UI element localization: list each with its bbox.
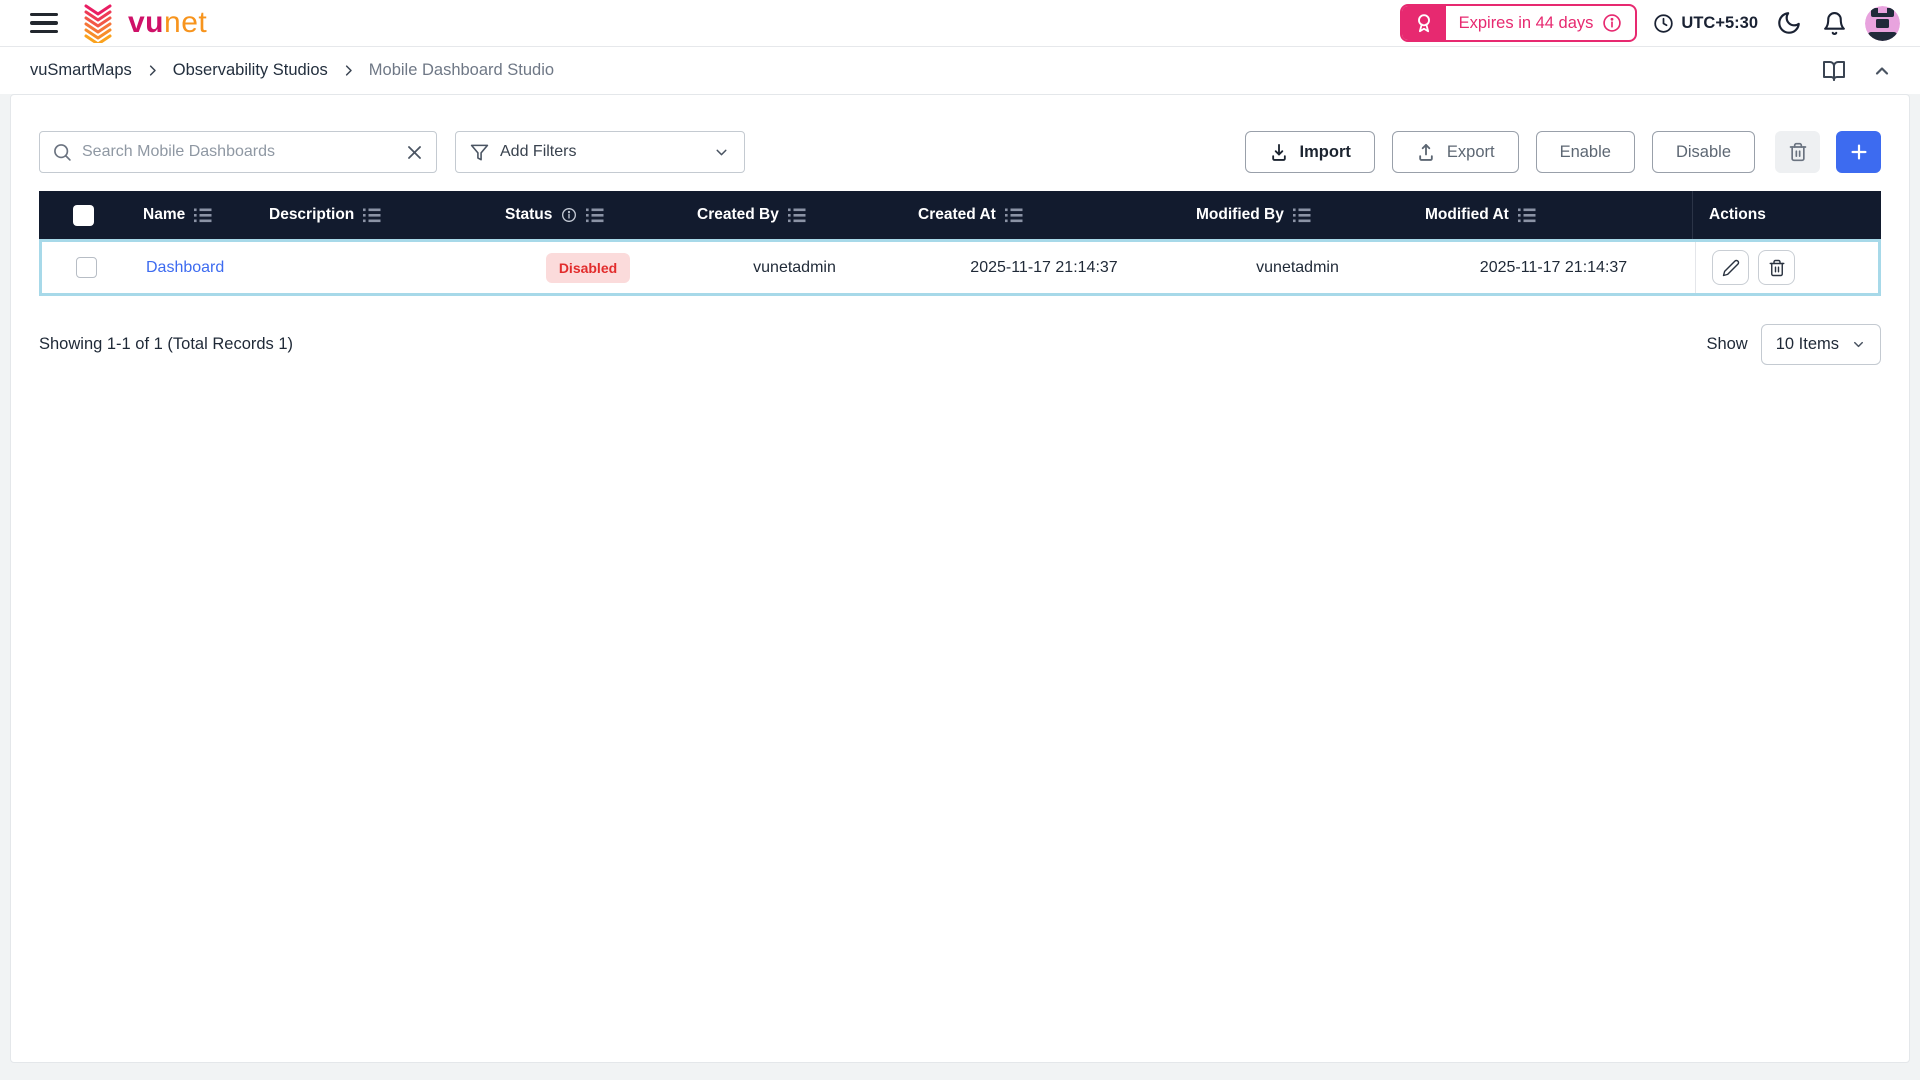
disable-button[interactable]: Disable	[1652, 131, 1755, 173]
records-summary: Showing 1-1 of 1 (Total Records 1)	[39, 335, 293, 354]
award-ribbon-icon	[1402, 6, 1446, 40]
timezone-value: UTC+5:30	[1681, 14, 1758, 33]
vunet-logo[interactable]: vunet	[78, 3, 207, 43]
column-menu-icon[interactable]	[788, 208, 806, 223]
clock-icon	[1653, 13, 1674, 34]
page-size-select[interactable]: 10 Items	[1761, 324, 1881, 365]
chevron-right-icon	[145, 63, 160, 78]
user-avatar[interactable]	[1865, 6, 1900, 41]
import-label: Import	[1300, 143, 1351, 162]
status-info-icon[interactable]	[561, 207, 577, 223]
add-filters-dropdown[interactable]: Add Filters	[455, 131, 745, 173]
breadcrumb-item-vusmartmaps[interactable]: vuSmartMaps	[30, 61, 132, 80]
column-header-created-at: Created At	[902, 191, 1180, 239]
column-menu-icon[interactable]	[1005, 208, 1023, 223]
column-menu-icon[interactable]	[586, 208, 604, 223]
chevron-down-icon	[713, 144, 730, 161]
chevron-right-icon	[341, 63, 356, 78]
import-button[interactable]: Import	[1245, 131, 1375, 173]
export-button[interactable]: Export	[1392, 131, 1519, 173]
info-icon	[1602, 13, 1622, 33]
filter-funnel-icon	[470, 143, 489, 162]
column-header-actions: Actions	[1692, 191, 1881, 239]
column-header-modified-at: Modified At	[1409, 191, 1692, 239]
table-footer: Showing 1-1 of 1 (Total Records 1) Show …	[39, 324, 1881, 365]
add-dashboard-button[interactable]	[1836, 131, 1881, 173]
collapse-panel-button[interactable]	[1870, 59, 1894, 83]
download-icon	[1269, 142, 1289, 162]
trash-icon	[1788, 142, 1808, 162]
cell-actions	[1695, 242, 1878, 293]
hamburger-menu-icon[interactable]	[30, 13, 58, 33]
add-filters-label: Add Filters	[500, 143, 576, 161]
chevron-down-icon	[1851, 337, 1866, 352]
clear-search-icon[interactable]	[405, 143, 424, 162]
app-header: vunet Expires in 44 days	[0, 0, 1920, 47]
logo-wordmark: vunet	[128, 8, 207, 38]
search-input[interactable]	[82, 143, 395, 161]
edit-row-button[interactable]	[1712, 250, 1749, 285]
breadcrumb-item-current: Mobile Dashboard Studio	[369, 61, 554, 80]
table-header: Name Description Status	[39, 191, 1881, 239]
logo-net: net	[164, 6, 207, 39]
delete-row-button[interactable]	[1758, 250, 1795, 285]
search-box	[39, 131, 437, 173]
pencil-icon	[1722, 259, 1740, 277]
content-card: Add Filters Import Export Enable	[10, 94, 1910, 1063]
column-menu-icon[interactable]	[1518, 208, 1536, 223]
chevron-up-icon	[1872, 61, 1892, 81]
license-expiry-text: Expires in 44 days	[1459, 14, 1594, 33]
toolbar: Add Filters Import Export Enable	[39, 131, 1881, 173]
column-header-status: Status	[489, 191, 681, 239]
select-all-checkbox[interactable]	[73, 205, 94, 226]
column-menu-icon[interactable]	[1293, 208, 1311, 223]
breadcrumb: vuSmartMaps Observability Studios Mobile…	[30, 61, 554, 80]
column-menu-icon[interactable]	[363, 208, 381, 223]
cell-created-at: 2025-11-17 21:14:37	[905, 242, 1183, 293]
license-expiry-badge[interactable]: Expires in 44 days	[1400, 4, 1638, 42]
cell-modified-by: vunetadmin	[1183, 242, 1412, 293]
breadcrumb-bar: vuSmartMaps Observability Studios Mobile…	[0, 47, 1920, 94]
row-checkbox[interactable]	[76, 257, 97, 278]
upload-icon	[1416, 142, 1436, 162]
status-badge: Disabled	[546, 253, 630, 283]
logo-vu: vu	[128, 6, 164, 39]
moon-icon	[1776, 10, 1802, 36]
notifications-button[interactable]	[1820, 9, 1849, 38]
column-header-description: Description	[253, 191, 489, 239]
disable-label: Disable	[1676, 143, 1731, 162]
open-book-icon	[1822, 59, 1846, 83]
column-header-created-by: Created By	[681, 191, 902, 239]
show-label: Show	[1706, 335, 1747, 354]
column-header-modified-by: Modified By	[1180, 191, 1409, 239]
cell-status: Disabled	[492, 242, 684, 293]
page-size-value: 10 Items	[1776, 335, 1839, 354]
table-row: Dashboard Disabled vunetadmin 2025-11-17…	[39, 239, 1881, 296]
cell-name: Dashboard	[130, 242, 256, 293]
cell-modified-at: 2025-11-17 21:14:37	[1412, 242, 1695, 293]
column-menu-icon[interactable]	[194, 208, 212, 223]
plus-icon	[1848, 141, 1870, 163]
search-icon	[52, 142, 72, 162]
vunet-chevron-logo-icon	[78, 3, 118, 43]
trash-icon	[1768, 259, 1786, 277]
dark-mode-toggle[interactable]	[1774, 8, 1804, 38]
enable-button[interactable]: Enable	[1536, 131, 1635, 173]
dashboard-name-link[interactable]: Dashboard	[146, 259, 224, 277]
breadcrumb-item-observability-studios[interactable]: Observability Studios	[173, 61, 328, 80]
cell-description	[256, 242, 492, 293]
timezone-display: UTC+5:30	[1653, 13, 1758, 34]
column-header-name: Name	[127, 191, 253, 239]
enable-label: Enable	[1560, 143, 1611, 162]
documentation-button[interactable]	[1820, 57, 1848, 85]
cell-created-by: vunetadmin	[684, 242, 905, 293]
bulk-delete-button[interactable]	[1775, 131, 1820, 173]
page-body: Add Filters Import Export Enable	[0, 94, 1920, 1063]
export-label: Export	[1447, 143, 1495, 162]
bell-icon	[1822, 11, 1847, 36]
